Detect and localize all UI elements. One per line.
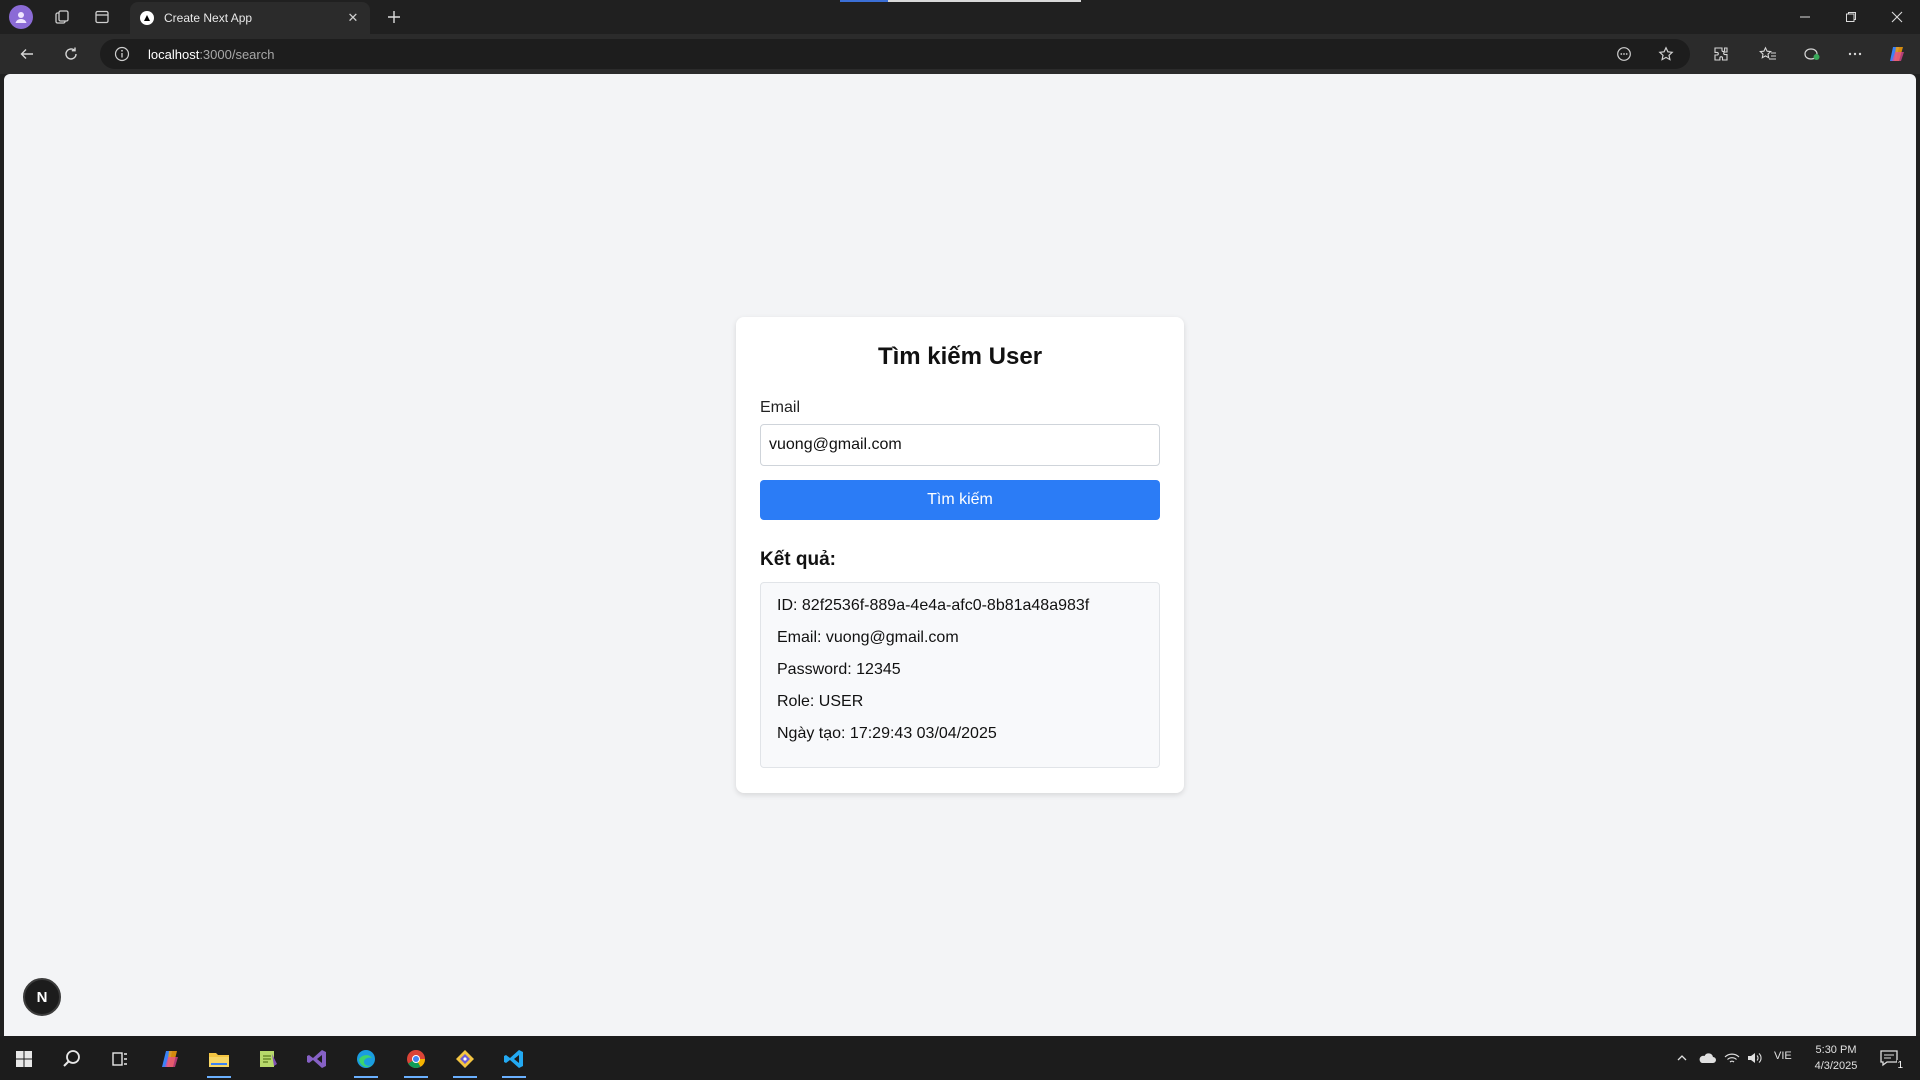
tab-create-next-app[interactable]: Create Next App ✕ bbox=[130, 2, 370, 34]
restore-icon[interactable] bbox=[1828, 0, 1874, 34]
email-label: Email bbox=[760, 399, 801, 416]
clock-time: 5:30 PM bbox=[1815, 1044, 1857, 1056]
refresh-icon[interactable] bbox=[56, 40, 86, 68]
loading-indicator bbox=[840, 0, 888, 2]
minimize-icon[interactable] bbox=[1782, 0, 1828, 34]
chrome-icon[interactable] bbox=[396, 1042, 436, 1078]
task-view-icon[interactable] bbox=[100, 1042, 140, 1076]
clock-date: 4/3/2025 bbox=[1814, 1060, 1858, 1072]
address-bar[interactable]: localhost:3000/search bbox=[100, 39, 1690, 69]
browser-toolbar: localhost:3000/search bbox=[0, 34, 1920, 74]
new-tab-icon[interactable] bbox=[382, 5, 406, 29]
search-card: Tìm kiếm User Email Tìm kiếm Kết quả: ID… bbox=[736, 317, 1184, 793]
profile-avatar-icon[interactable] bbox=[9, 5, 33, 29]
nextjs-favicon-icon bbox=[140, 11, 154, 25]
vscode-icon[interactable] bbox=[494, 1042, 534, 1078]
show-hidden-icons-chevron-icon[interactable] bbox=[1672, 1048, 1692, 1068]
browser-essentials-icon[interactable] bbox=[1797, 40, 1827, 68]
url-host: localhost bbox=[148, 47, 200, 62]
result-id: ID: 82f2536f-889a-4e4a-afc0-8b81a48a983f bbox=[777, 597, 1090, 614]
extensions-icon[interactable] bbox=[1706, 40, 1736, 68]
browser-titlebar: Create Next App ✕ bbox=[0, 0, 1920, 34]
site-info-icon[interactable] bbox=[114, 46, 130, 62]
notepad-plus-plus-icon[interactable] bbox=[248, 1042, 288, 1076]
nextjs-dev-indicator-label: N bbox=[36, 988, 48, 1006]
notification-count-badge: 1 bbox=[1897, 1060, 1903, 1071]
copilot-app-icon[interactable] bbox=[150, 1042, 190, 1076]
git-client-icon[interactable] bbox=[445, 1042, 485, 1078]
url-path: :3000/search bbox=[199, 47, 275, 62]
result-heading: Kết quả: bbox=[760, 549, 836, 570]
back-icon[interactable] bbox=[12, 40, 42, 68]
start-windows-icon[interactable] bbox=[4, 1042, 44, 1076]
input-language-indicator[interactable]: VIE bbox=[1774, 1050, 1792, 1062]
search-button[interactable]: Tìm kiếm bbox=[760, 480, 1160, 520]
file-explorer-icon[interactable] bbox=[199, 1042, 239, 1078]
result-password: Password: 12345 bbox=[777, 661, 901, 678]
copilot-icon[interactable] bbox=[1882, 40, 1912, 68]
result-email: Email: vuong@gmail.com bbox=[777, 629, 959, 646]
nextjs-dev-indicator-button[interactable]: N bbox=[23, 978, 61, 1016]
result-created-date: Ngày tạo: 17:29:43 03/04/2025 bbox=[777, 725, 997, 742]
visual-studio-icon[interactable] bbox=[297, 1042, 337, 1076]
favorite-star-icon[interactable] bbox=[1654, 43, 1678, 65]
page-title: Tìm kiếm User bbox=[877, 343, 1043, 370]
edge-browser-icon[interactable] bbox=[346, 1042, 386, 1078]
email-input[interactable] bbox=[760, 424, 1160, 466]
collections-icon[interactable] bbox=[50, 5, 74, 29]
taskbar-clock[interactable]: 5:30 PM 4/3/2025 bbox=[1806, 1042, 1866, 1074]
url-text[interactable]: localhost:3000/search bbox=[148, 47, 274, 62]
search-icon[interactable] bbox=[52, 1042, 92, 1076]
windows-taskbar: VIE 5:30 PM 4/3/2025 1 bbox=[0, 1036, 1920, 1080]
page-viewport: Tìm kiếm User Email Tìm kiếm Kết quả: ID… bbox=[4, 74, 1916, 1036]
close-window-icon[interactable] bbox=[1874, 0, 1920, 34]
onedrive-icon[interactable] bbox=[1697, 1048, 1717, 1068]
volume-icon[interactable] bbox=[1744, 1048, 1764, 1068]
vertical-tabs-icon[interactable] bbox=[90, 5, 114, 29]
tab-title: Create Next App bbox=[164, 11, 253, 25]
favorites-icon[interactable] bbox=[1753, 40, 1783, 68]
notification-center-icon[interactable]: 1 bbox=[1878, 1047, 1903, 1071]
more-options-icon[interactable] bbox=[1840, 40, 1870, 68]
tab-close-icon[interactable]: ✕ bbox=[344, 9, 362, 27]
result-role: Role: USER bbox=[777, 693, 864, 710]
loading-track bbox=[888, 0, 1081, 2]
network-icon[interactable] bbox=[1722, 1048, 1742, 1068]
read-aloud-icon[interactable] bbox=[1612, 43, 1636, 65]
result-box: ID: 82f2536f-889a-4e4a-afc0-8b81a48a983f… bbox=[760, 582, 1160, 768]
